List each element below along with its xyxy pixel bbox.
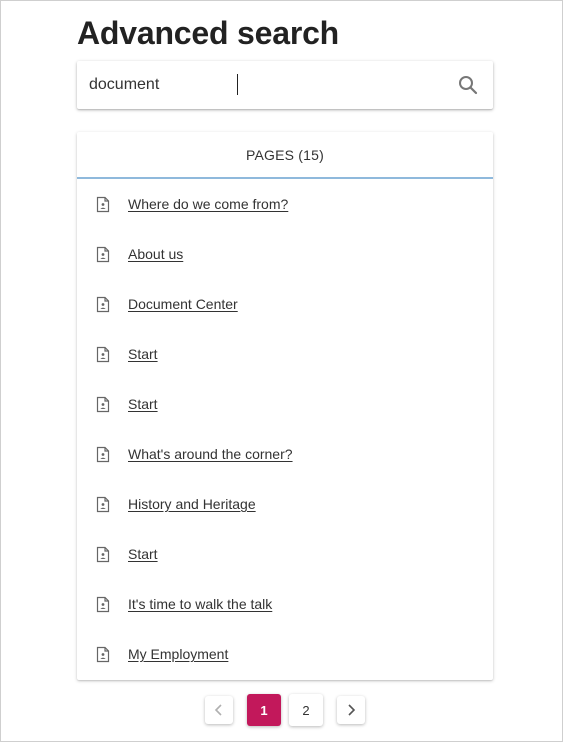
- result-link[interactable]: Where do we come from?: [128, 196, 288, 212]
- list-item: History and Heritage: [77, 479, 493, 529]
- chevron-left-icon: [214, 704, 222, 716]
- result-link[interactable]: It's time to walk the talk: [128, 596, 272, 612]
- prev-page-button[interactable]: [205, 696, 233, 724]
- document-icon: [96, 346, 110, 363]
- page-1-button[interactable]: 1: [247, 694, 281, 726]
- list-item: Start: [77, 379, 493, 429]
- document-icon: [96, 246, 110, 263]
- list-item: What's around the corner?: [77, 429, 493, 479]
- tab-pages-label: PAGES (15): [246, 146, 324, 163]
- result-link[interactable]: What's around the corner?: [128, 446, 293, 462]
- document-icon: [96, 196, 110, 213]
- result-link[interactable]: About us: [128, 246, 183, 262]
- search-box[interactable]: [77, 61, 493, 109]
- tab-pages[interactable]: PAGES (15): [77, 132, 493, 179]
- list-item: Start: [77, 329, 493, 379]
- result-link[interactable]: History and Heritage: [128, 496, 256, 512]
- result-link[interactable]: Start: [128, 346, 158, 362]
- result-link[interactable]: My Employment: [128, 646, 228, 662]
- list-item: About us: [77, 229, 493, 279]
- chevron-right-icon: [348, 704, 356, 716]
- page-title: Advanced search: [77, 15, 340, 51]
- document-icon: [96, 396, 110, 413]
- result-link[interactable]: Start: [128, 546, 158, 562]
- document-icon: [96, 546, 110, 563]
- page-2-button[interactable]: 2: [289, 694, 323, 726]
- result-link[interactable]: Start: [128, 396, 158, 412]
- results-card: PAGES (15) Where do we come from? About …: [77, 132, 493, 680]
- document-icon: [96, 496, 110, 513]
- document-icon: [96, 596, 110, 613]
- document-icon: [96, 296, 110, 313]
- list-item: My Employment: [77, 629, 493, 679]
- result-list: Where do we come from? About us Document…: [77, 179, 493, 679]
- list-item: Document Center: [77, 279, 493, 329]
- list-item: Where do we come from?: [77, 179, 493, 229]
- document-icon: [96, 646, 110, 663]
- list-item: It's time to walk the talk: [77, 579, 493, 629]
- list-item: Start: [77, 529, 493, 579]
- next-page-button[interactable]: [337, 696, 365, 724]
- page-frame: Advanced search PAGES (15) Where do we c…: [0, 0, 563, 742]
- text-caret: [237, 74, 238, 95]
- document-icon: [96, 446, 110, 463]
- search-icon[interactable]: [457, 74, 479, 96]
- result-link[interactable]: Document Center: [128, 296, 238, 312]
- search-input[interactable]: [77, 61, 437, 109]
- pagination: 1 2: [1, 694, 563, 726]
